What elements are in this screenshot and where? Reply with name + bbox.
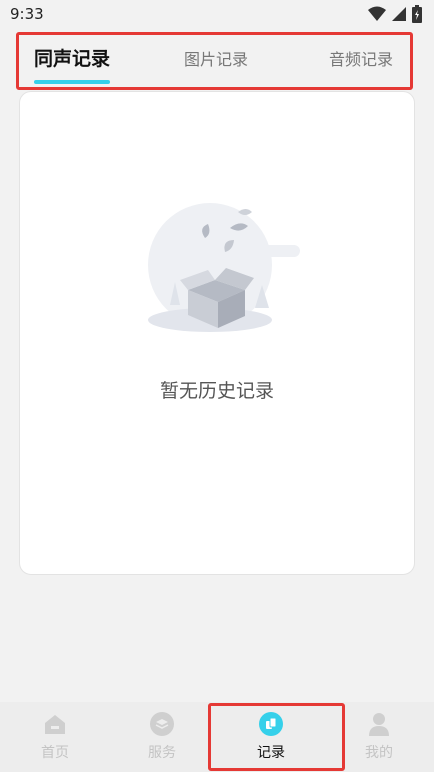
- tab-image-record[interactable]: 图片记录: [184, 46, 248, 70]
- status-icons: [368, 5, 422, 23]
- empty-state-message: 暂无历史记录: [159, 380, 274, 402]
- nav-home-label: 首页: [41, 745, 69, 761]
- tab-simultaneous-record[interactable]: 同声记录: [34, 44, 110, 71]
- tab-audio-record[interactable]: 音频记录: [329, 46, 393, 70]
- status-time: 9:33: [10, 5, 44, 23]
- record-icon: [259, 712, 283, 736]
- nav-record-label: 记录: [257, 745, 285, 761]
- active-tab-indicator: [34, 80, 110, 84]
- nav-mine[interactable]: 我的: [344, 712, 414, 762]
- user-icon: [369, 713, 389, 736]
- nav-service-label: 服务: [148, 745, 176, 761]
- nav-service[interactable]: 服务: [127, 712, 197, 762]
- battery-icon: [412, 5, 422, 23]
- wifi-icon: [368, 6, 386, 21]
- signal-icon: [392, 7, 406, 21]
- nav-mine-label: 我的: [365, 745, 393, 761]
- empty-box-icon: [148, 203, 300, 332]
- layers-icon: [150, 712, 174, 736]
- home-icon: [45, 715, 65, 734]
- status-bar: 9:33: [0, 0, 434, 28]
- nav-home[interactable]: 首页: [20, 712, 90, 762]
- nav-record[interactable]: 记录: [236, 712, 306, 762]
